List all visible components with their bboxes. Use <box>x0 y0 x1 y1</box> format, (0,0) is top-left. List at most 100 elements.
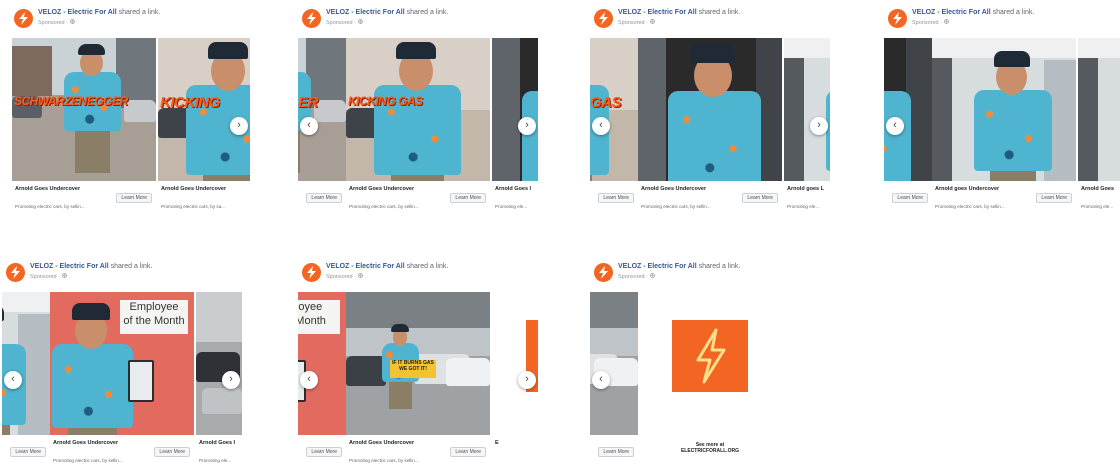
baseball-cap <box>884 44 885 63</box>
sponsored-label[interactable]: Sponsored · <box>618 273 655 280</box>
hawaiian-shirt <box>884 90 911 181</box>
page-name-link[interactable]: VELOZ - Electric For All <box>618 9 697 16</box>
carousel-card[interactable]: Employee of the Month Arnold Goes Underco… <box>50 292 194 464</box>
chevron-right-icon: › <box>237 119 241 131</box>
post-header: VELOZ - Electric For All shared a link. S… <box>590 6 830 38</box>
carousel-next-button[interactable]: › <box>518 371 536 389</box>
carousel-prev-button[interactable]: ‹ <box>886 117 904 135</box>
carousel-card-image[interactable] <box>1078 38 1120 181</box>
learn-more-button[interactable]: Learn More <box>1036 193 1072 203</box>
carousel[interactable]: Learn More Arnold goes Undercover Promotin… <box>884 38 1120 211</box>
carousel[interactable]: ER Learn More KICKING GAS Arnold Goes Under… <box>298 38 538 211</box>
carousel-card-image[interactable]: ER <box>298 38 346 181</box>
page-name-line: VELOZ - Electric For All shared a link. <box>618 9 740 16</box>
carousel-card-image[interactable]: Employee of the Month <box>50 292 194 435</box>
see-more-link[interactable]: See more at ELECTRICFORALL.ORG <box>638 442 782 454</box>
carousel-prev-button[interactable]: ‹ <box>592 371 610 389</box>
lightning-bolt-icon <box>307 12 316 25</box>
lightning-bolt-icon <box>307 266 316 279</box>
carousel-card-image[interactable]: GAS <box>590 38 638 181</box>
facebook-ad-post: VELOZ - Electric For All shared a link. S… <box>298 6 538 211</box>
card-headline: Arnold Goes Undercover <box>349 186 415 192</box>
globe-icon <box>61 273 67 280</box>
building <box>590 292 638 328</box>
carousel-card-image[interactable]: KICKING <box>158 38 250 181</box>
carousel-card-image[interactable] <box>638 38 782 181</box>
carousel-card[interactable]: Arnold goes Undercover Promoting electric… <box>932 38 1076 211</box>
carousel-card-image[interactable]: IF IT BURNS GAS WE GOT IT! <box>346 292 490 435</box>
arnold-figure <box>826 46 830 181</box>
sponsored-label[interactable]: Sponsored · <box>326 19 363 26</box>
carousel-card-image[interactable]: KICKING GAS <box>346 38 490 181</box>
veloz-avatar[interactable] <box>14 9 33 28</box>
learn-more-button[interactable]: Learn More <box>598 447 634 457</box>
learn-more-button[interactable]: Learn More <box>116 193 152 203</box>
carousel-next-button[interactable]: › <box>222 371 240 389</box>
carousel-card-image[interactable] <box>932 38 1076 181</box>
page-name-line: VELOZ - Electric For All shared a link. <box>326 9 448 16</box>
facebook-ad-post: VELOZ - Electric For All shared a link. S… <box>590 6 830 211</box>
carousel-card[interactable]: Arnold Goes Undercover Promoting electric… <box>638 38 782 211</box>
carousel-next-button[interactable]: › <box>230 117 248 135</box>
carousel-prev-button[interactable]: ‹ <box>300 371 318 389</box>
learn-more-button[interactable]: Learn More <box>306 447 342 457</box>
carousel-card-image[interactable]: IF IT BURNS GAS WE GOT IT! <box>590 292 638 435</box>
page-name-link[interactable]: VELOZ - Electric For All <box>618 263 697 270</box>
carousel-card-image[interactable] <box>784 38 830 181</box>
carousel-next-button[interactable]: › <box>810 117 828 135</box>
carousel-card-image[interactable] <box>492 292 538 435</box>
carousel-card-image[interactable] <box>2 292 50 435</box>
sponsored-label[interactable]: Sponsored · <box>38 19 75 26</box>
carousel-card-image[interactable] <box>884 38 932 181</box>
veloz-avatar[interactable] <box>888 9 907 28</box>
page-name-link[interactable]: VELOZ - Electric For All <box>912 9 991 16</box>
carousel-card[interactable]: Arnold Goes Promoting ele... <box>1078 38 1120 211</box>
carousel-next-button[interactable]: › <box>518 117 536 135</box>
veloz-avatar[interactable] <box>594 263 613 282</box>
chevron-right-icon: › <box>817 119 821 131</box>
carousel[interactable]: IF IT BURNS GAS WE GOT IT!rcovercars, by… <box>590 292 830 464</box>
carousel[interactable]: GAS Learn More Arnold Goes Undercover Promo… <box>590 38 830 211</box>
carousel-card[interactable]: IF IT BURNS GAS WE GOT IT! Arnold Goes Un… <box>346 292 490 464</box>
carousel-prev-button[interactable]: ‹ <box>300 117 318 135</box>
page-name-line: VELOZ - Electric For All shared a link. <box>38 9 160 16</box>
veloz-avatar[interactable] <box>594 9 613 28</box>
learn-more-button[interactable]: Learn More <box>306 193 342 203</box>
sponsored-label[interactable]: Sponsored · <box>912 19 949 26</box>
learn-more-button[interactable]: Learn More <box>450 447 486 457</box>
veloz-avatar[interactable] <box>302 263 321 282</box>
carousel-prev-button[interactable]: ‹ <box>592 117 610 135</box>
hawaiian-shirt <box>52 343 133 428</box>
carousel-card-image[interactable]: ployee e Month <box>298 292 346 435</box>
sponsored-text: Sponsored · <box>912 20 944 26</box>
learn-more-button[interactable]: Learn More <box>892 193 928 203</box>
learn-more-button[interactable]: Learn More <box>10 447 46 457</box>
learn-more-button[interactable]: Learn More <box>742 193 778 203</box>
sponsored-label[interactable]: Sponsored · <box>30 273 67 280</box>
carousel-card-image[interactable] <box>638 292 782 435</box>
carousel[interactable]: Learn More Employee of the Month Arnold Go… <box>2 292 242 464</box>
carousel[interactable]: ployee e MonthLearn MoreIF IT BURNS GAS … <box>298 292 538 464</box>
shared-a-link-text: shared a link. <box>108 263 153 270</box>
carousel-card-image[interactable] <box>492 38 538 181</box>
veloz-avatar[interactable] <box>302 9 321 28</box>
chevron-right-icon: › <box>229 373 233 385</box>
baseball-cap <box>72 303 111 320</box>
carousel-card-image[interactable]: SCHWARZENEGGER <box>12 38 156 181</box>
carousel[interactable]: SCHWARZENEGGER Arnold Goes Undercover Prom… <box>10 38 250 211</box>
carousel-card[interactable]: See more at ELECTRICFORALL.ORG <box>638 292 782 464</box>
sponsored-label[interactable]: Sponsored · <box>326 273 363 280</box>
sponsored-label[interactable]: Sponsored · <box>618 19 655 26</box>
learn-more-button[interactable]: Learn More <box>598 193 634 203</box>
carousel-card[interactable]: KICKING GAS Arnold Goes Undercover Promoti… <box>346 38 490 211</box>
veloz-avatar[interactable] <box>6 263 25 282</box>
carousel-prev-button[interactable]: ‹ <box>4 371 22 389</box>
learn-more-button[interactable]: Learn More <box>450 193 486 203</box>
page-name-link[interactable]: VELOZ - Electric For All <box>38 9 117 16</box>
learn-more-button[interactable]: Learn More <box>154 447 190 457</box>
page-name-link[interactable]: VELOZ - Electric For All <box>326 9 405 16</box>
carousel-card-image[interactable] <box>196 292 242 435</box>
page-name-link[interactable]: VELOZ - Electric For All <box>326 263 405 270</box>
carousel-card[interactable]: SCHWARZENEGGER Arnold Goes Undercover Prom… <box>12 38 156 211</box>
page-name-link[interactable]: VELOZ - Electric For All <box>30 263 109 270</box>
